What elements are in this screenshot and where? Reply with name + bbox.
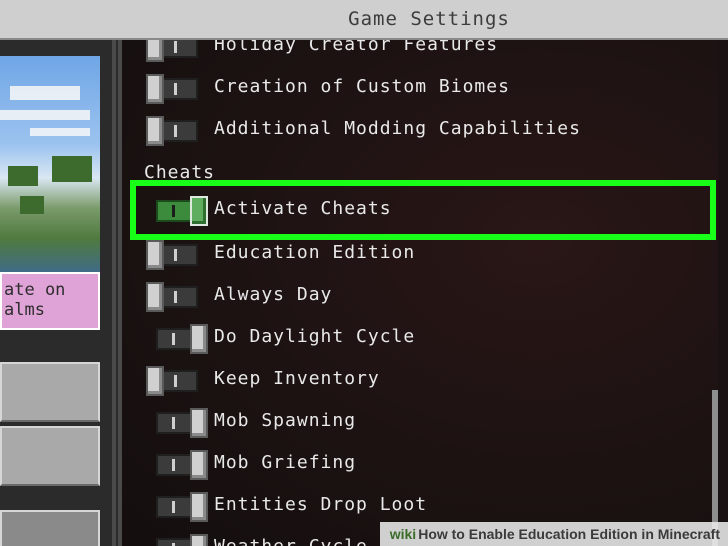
setting-label: Education Edition (214, 242, 416, 263)
setting-row-custom-biomes[interactable]: Creation of Custom Biomes (122, 68, 718, 110)
setting-label: Mob Griefing (214, 452, 357, 473)
toggle-switch[interactable] (146, 366, 202, 396)
setting-row-keep-inventory[interactable]: Keep Inventory (122, 360, 718, 402)
panel-divider-line (116, 40, 118, 546)
watermark-brand: wiki (389, 526, 417, 542)
settings-panel: Holiday Creator Features Creation of Cus… (122, 40, 718, 546)
toggle-switch[interactable] (146, 74, 202, 104)
toggle-switch[interactable] (154, 450, 210, 480)
setting-row-education-edition[interactable]: Education Edition (122, 234, 718, 276)
setting-label: Creation of Custom Biomes (214, 76, 510, 97)
setting-row-mob-griefing[interactable]: Mob Griefing (122, 444, 718, 486)
setting-label: Do Daylight Cycle (214, 326, 416, 347)
setting-label: Additional Modding Capabilities (214, 118, 581, 139)
toggle-switch[interactable] (154, 492, 210, 522)
left-panel: ate on alms (0, 40, 112, 546)
setting-label: Keep Inventory (214, 368, 380, 389)
setting-row-additional-modding[interactable]: Additional Modding Capabilities (122, 110, 718, 152)
setting-row-daylight-cycle[interactable]: Do Daylight Cycle (122, 318, 718, 360)
toggle-switch[interactable] (146, 116, 202, 146)
setting-label: Weather Cycle (214, 536, 368, 546)
toggle-switch[interactable] (154, 534, 210, 546)
title-bar: Game Settings (0, 0, 728, 40)
toggle-switch[interactable] (146, 282, 202, 312)
setting-label: Always Day (214, 284, 333, 305)
setting-label: Holiday Creator Features (214, 40, 499, 55)
left-menu-button[interactable] (0, 362, 100, 422)
left-menu-button[interactable] (0, 426, 100, 486)
toggle-switch[interactable] (154, 408, 210, 438)
setting-row-mob-spawning[interactable]: Mob Spawning (122, 402, 718, 444)
toggle-switch[interactable] (146, 240, 202, 270)
setting-row-always-day[interactable]: Always Day (122, 276, 718, 318)
world-card-label[interactable]: ate on alms (0, 272, 100, 330)
setting-row-holiday-creator-features[interactable]: Holiday Creator Features (122, 40, 718, 68)
setting-label: Entities Drop Loot (214, 494, 428, 515)
window-title: Game Settings (348, 8, 510, 30)
left-menu-button[interactable] (0, 510, 100, 546)
toggle-switch[interactable] (154, 324, 210, 354)
toggle-switch[interactable] (146, 40, 202, 62)
watermark-text: How to Enable Education Edition in Minec… (418, 526, 720, 542)
setting-label: Mob Spawning (214, 410, 357, 431)
activate-cheats-highlight (130, 180, 716, 240)
wikihow-watermark: wiki How to Enable Education Edition in … (379, 522, 728, 546)
